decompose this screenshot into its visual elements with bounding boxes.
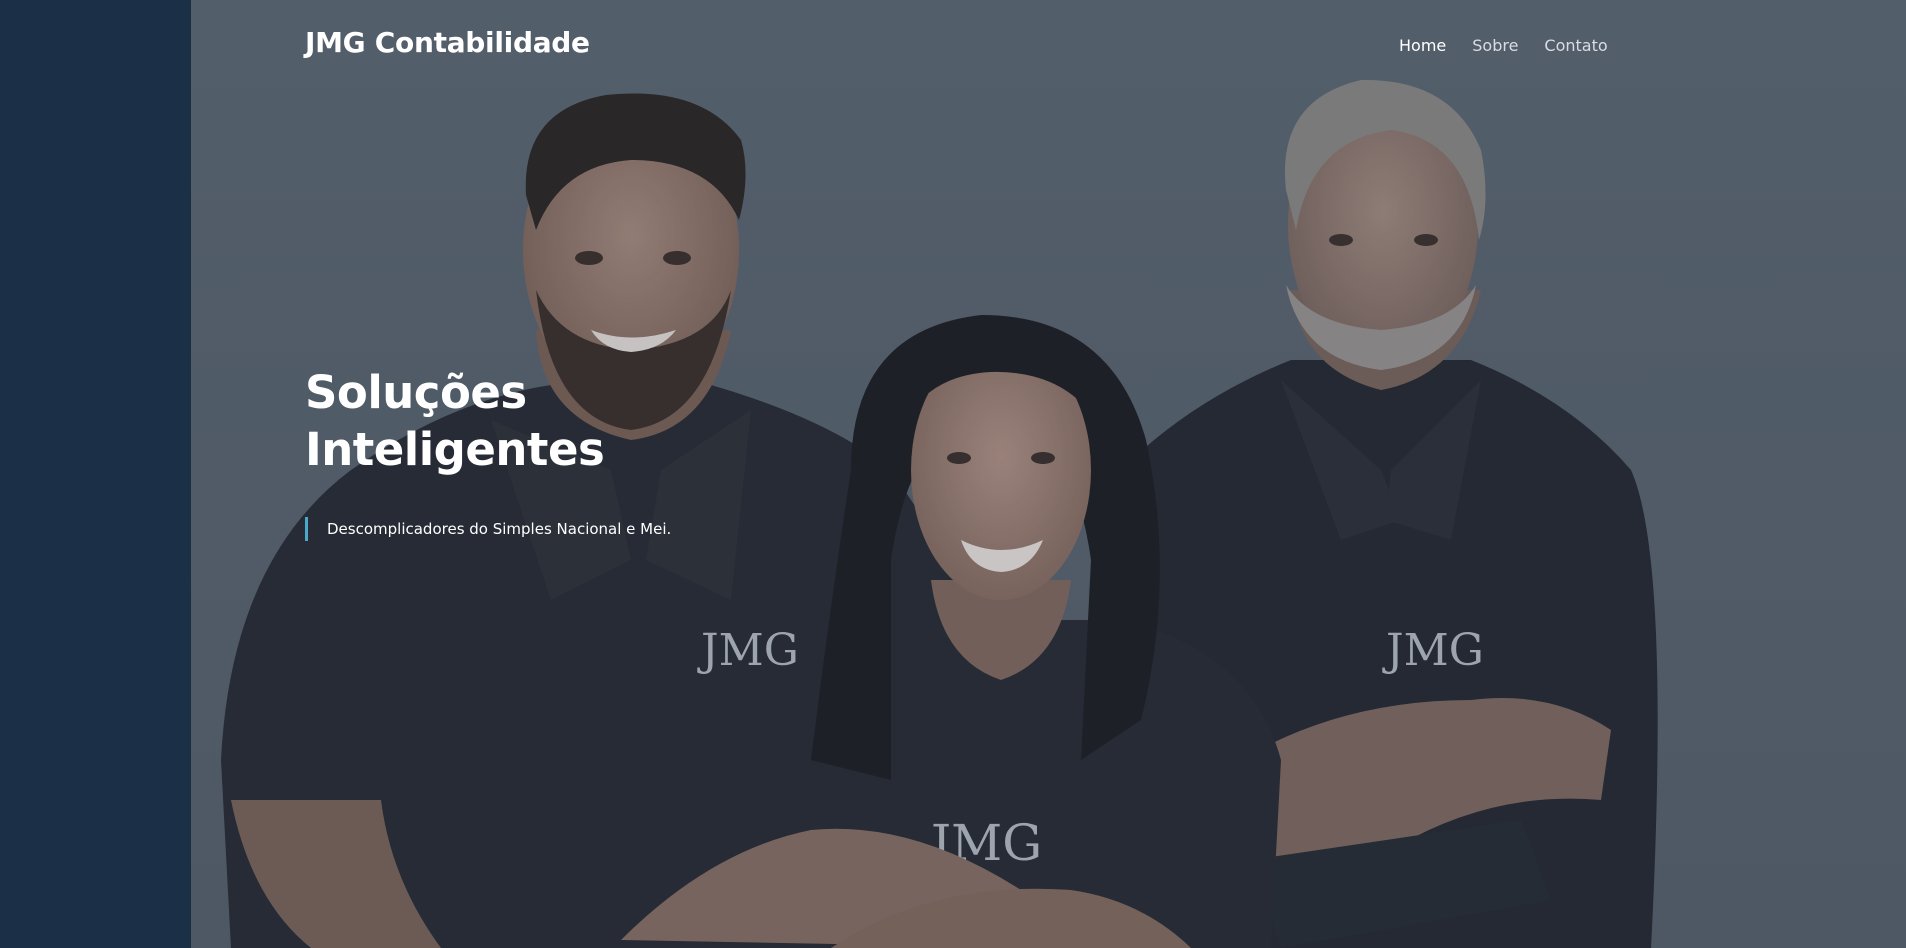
site-logo[interactable]: JMG Contabilidade xyxy=(305,26,590,59)
left-color-band xyxy=(0,0,191,948)
main-nav: Home Sobre Contato xyxy=(1399,36,1634,55)
hero-headline: Soluções Inteligentes xyxy=(305,364,605,478)
page: JMG JMG JMG JMG Contabilidade Home Sobre… xyxy=(0,0,1906,948)
hero-headline-line2: Inteligentes xyxy=(305,423,605,476)
nav-item-contato[interactable]: Contato xyxy=(1544,36,1607,55)
hero-headline-line1: Soluções xyxy=(305,366,527,419)
hero-tagline: Descomplicadores do Simples Nacional e M… xyxy=(305,517,671,541)
nav-item-home[interactable]: Home xyxy=(1399,36,1446,55)
nav-item-sobre[interactable]: Sobre xyxy=(1472,36,1518,55)
